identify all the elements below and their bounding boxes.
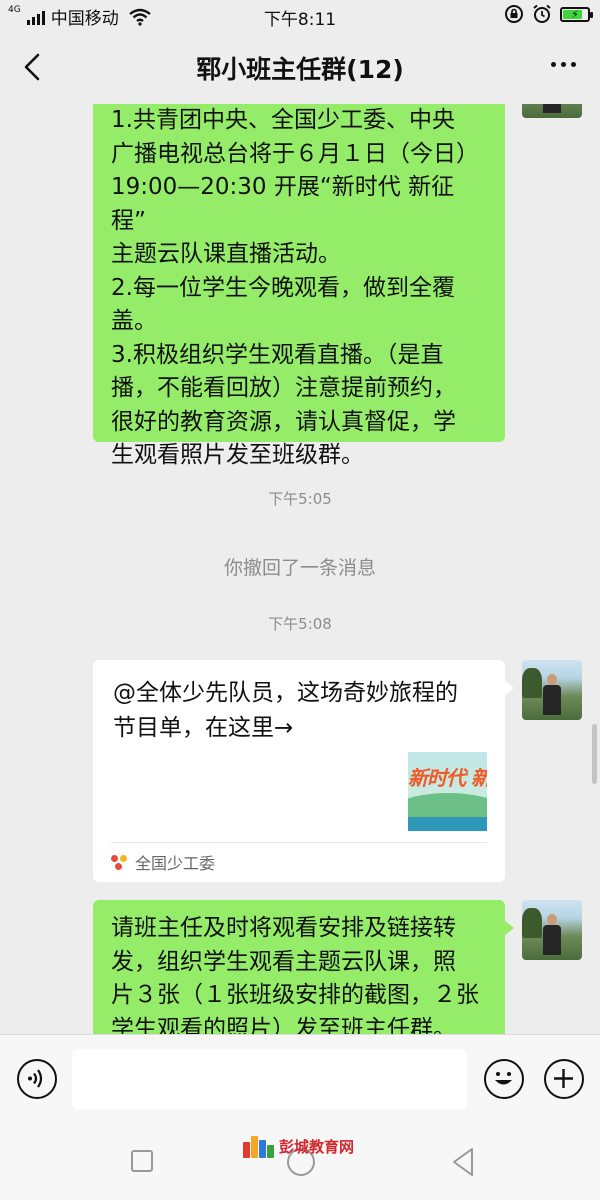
alarm-icon xyxy=(533,4,551,23)
avatar[interactable] xyxy=(522,660,582,720)
divider xyxy=(111,842,487,843)
message-line: 3.积极组织学生观看直播。（是直 xyxy=(111,341,444,368)
message-line: 广播电视总台将于６月１日（今日） xyxy=(111,140,479,167)
message-line: 很好的教育资源，请认真督促，学 xyxy=(111,408,456,435)
message-list[interactable]: 1.共青团中央、全国少工委、中央 广播电视总台将于６月１日（今日） 19:00—… xyxy=(0,104,600,1034)
rotation-lock-icon xyxy=(505,5,523,23)
message-line: 盖。 xyxy=(111,308,157,334)
battery-icon: ⚡ xyxy=(560,6,593,22)
emoji-icon[interactable] xyxy=(484,1059,524,1099)
chat-title[interactable]: 郓小班主任群(12) xyxy=(196,50,404,86)
avatar[interactable] xyxy=(522,104,582,118)
status-bar: 4G 中国移动 下午8:11 ⚡ xyxy=(0,0,600,32)
charging-icon: ⚡ xyxy=(571,7,579,21)
link-card[interactable]: @全体少先队员，这场奇妙旅程的 节目单，在这里→ 新时代 新征程 全国少工委 xyxy=(93,660,514,882)
back-triangle-icon[interactable] xyxy=(450,1146,476,1178)
books-logo-icon xyxy=(243,1134,274,1158)
avatar[interactable] xyxy=(522,900,582,960)
watermark: 彭城教育网 xyxy=(243,1134,354,1158)
chat-header: 郓小班主任群(12) xyxy=(0,32,600,104)
signal-icon xyxy=(26,9,45,25)
message-line: 播，不能看回放）注意提前预约， xyxy=(111,375,456,401)
input-bar xyxy=(0,1034,600,1124)
network-type: 4G xyxy=(8,5,21,15)
message-line: 学生观看的照片）发至班主任群。 xyxy=(111,1015,456,1035)
message-line: 请班主任及时将观看安排及链接转 xyxy=(111,915,456,941)
source-logo-icon xyxy=(111,853,129,871)
more-dots-icon[interactable] xyxy=(551,62,576,67)
message-bubble[interactable]: 请班主任及时将观看安排及链接转 发，组织学生观看主题云队课，照 片３张（１张班级… xyxy=(93,900,514,1035)
scrollbar[interactable] xyxy=(592,724,597,784)
carrier-name: 中国移动 xyxy=(50,9,119,29)
watermark-text: 彭城教育网 xyxy=(279,1137,355,1156)
card-source: 全国少工委 xyxy=(111,850,215,874)
message-line: 2.每一位学生今晚观看，做到全覆 xyxy=(111,274,455,301)
card-thumbnail: 新时代 新征程 xyxy=(408,752,487,831)
card-line: @全体少先队员，这场奇妙旅程的 xyxy=(113,680,458,706)
status-right: ⚡ xyxy=(504,4,593,24)
message-line: 生观看照片发至班级群。 xyxy=(111,442,364,468)
recall-notice: 你撤回了一条消息 xyxy=(223,557,376,579)
message-line: 1.共青团中央、全国少工委、中央 xyxy=(111,107,455,133)
source-name: 全国少工委 xyxy=(135,854,216,873)
card-line: 节目单，在这里→ xyxy=(113,715,294,741)
message-line: 发，组织学生观看主题云队课，照 xyxy=(111,948,456,975)
wifi-icon xyxy=(128,8,151,26)
status-left: 4G 中国移动 xyxy=(8,4,151,29)
message-line: 片３张（１张班级安排的截图，２张 xyxy=(111,982,479,1008)
timestamp: 下午5:08 xyxy=(268,615,332,633)
recent-apps-button[interactable] xyxy=(131,1150,153,1172)
message-bubble[interactable]: 1.共青团中央、全国少工委、中央 广播电视总台将于６月１日（今日） 19:00—… xyxy=(93,104,505,468)
voice-icon[interactable] xyxy=(17,1059,57,1099)
thumbnail-title: 新时代 新征程 xyxy=(408,766,487,790)
chevron-left-icon[interactable] xyxy=(18,52,48,82)
plus-icon[interactable] xyxy=(544,1059,584,1099)
timestamp: 下午5:05 xyxy=(268,490,332,508)
card-text: @全体少先队员，这场奇妙旅程的 节目单，在这里→ xyxy=(113,676,483,746)
message-line: 主题云队课直播活动。 xyxy=(111,241,341,267)
message-line: 19:00—20:30 开展“新时代 新征程” xyxy=(111,174,455,234)
message-input[interactable] xyxy=(72,1049,467,1109)
